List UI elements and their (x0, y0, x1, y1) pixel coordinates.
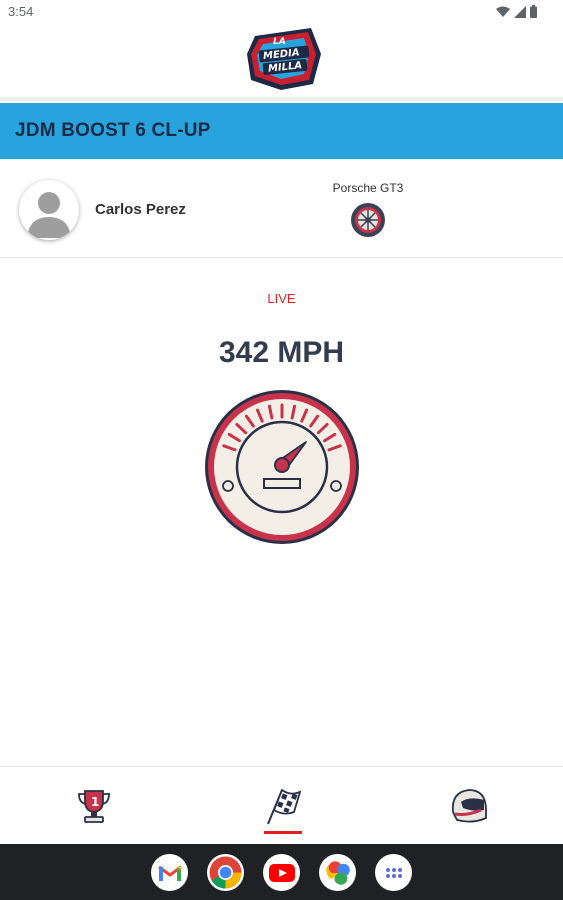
nav-profile[interactable] (428, 767, 508, 845)
svg-text:1: 1 (91, 795, 99, 809)
helmet-icon (451, 789, 487, 823)
user-placeholder-icon (27, 192, 71, 238)
speed-value: 342 MPH (218, 336, 345, 369)
youtube-icon (268, 863, 295, 882)
nav-active-underline (264, 831, 302, 834)
youtube-app[interactable] (263, 854, 300, 891)
photos-icon (325, 860, 350, 885)
trophy-icon: 1 (78, 790, 110, 823)
status-bar: 3:54 (0, 0, 563, 24)
app-drawer[interactable] (375, 854, 412, 891)
chrome-icon (209, 856, 242, 889)
live-label: LIVE (267, 291, 296, 306)
signal-icon (514, 5, 526, 18)
header-divider (0, 97, 563, 101)
nav-race[interactable] (242, 767, 322, 845)
status-time: 3:54 (8, 4, 34, 19)
checkered-flag-icon (267, 788, 302, 825)
driver-name: Carlos Perez (95, 201, 186, 218)
event-title: JDM BOOST 6 CL-UP (15, 120, 211, 141)
nav-trophy[interactable]: 1 (54, 767, 134, 845)
avatar (19, 180, 79, 240)
gmail-icon (157, 865, 182, 881)
gmail-app[interactable] (151, 854, 188, 891)
svg-text:LA: LA (273, 37, 286, 47)
wifi-icon (496, 6, 510, 17)
photos-app[interactable] (319, 854, 356, 891)
status-icons (496, 5, 537, 18)
battery-icon (530, 5, 537, 18)
event-title-bar: JDM BOOST 6 CL-UP (0, 103, 563, 159)
speedometer-icon (205, 390, 359, 544)
system-dock (0, 844, 563, 900)
app-drawer-icon (385, 867, 402, 878)
driver-row: Carlos Perez Porsche GT3 (0, 159, 563, 258)
la-media-milla-logo: MEDIA MILLA LA (241, 24, 325, 96)
car-name: Porsche GT3 (332, 181, 404, 195)
bottom-nav: 1 (0, 766, 563, 845)
chrome-app[interactable] (207, 854, 244, 891)
wheel-icon (351, 203, 385, 237)
